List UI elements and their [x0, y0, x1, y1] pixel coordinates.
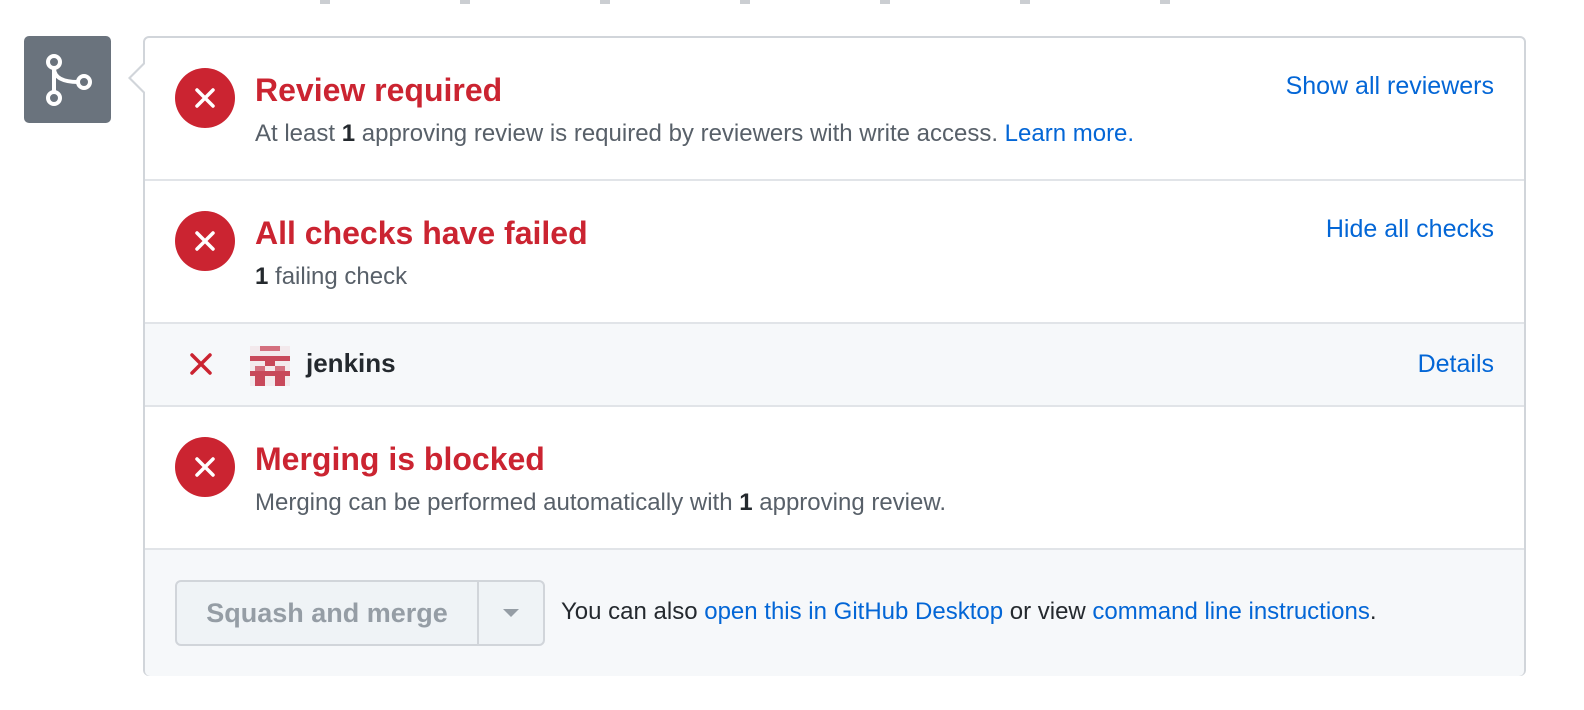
- check-details-link[interactable]: Details: [1418, 350, 1494, 379]
- checks-failed-title: All checks have failed: [255, 215, 588, 251]
- hide-all-checks-link[interactable]: Hide all checks: [1326, 215, 1494, 244]
- review-desc-count: 1: [341, 120, 356, 147]
- merge-desc-count: 1: [739, 489, 753, 516]
- merge-actions-section: Squash and merge You can also open this …: [145, 550, 1524, 676]
- show-all-reviewers-link[interactable]: Show all reviewers: [1286, 72, 1494, 101]
- review-required-title: Review required: [255, 72, 503, 108]
- review-desc-suffix: approving review is required by reviewer…: [355, 120, 1005, 147]
- x-circle-icon: [175, 68, 235, 128]
- x-icon: [187, 350, 215, 378]
- also-prefix: You can also: [561, 598, 705, 625]
- panel-pointer-fill: [131, 64, 145, 92]
- checks-desc-count: 1: [255, 263, 269, 290]
- git-merge-icon: [24, 36, 111, 123]
- cropped-text-above: [260, 0, 1300, 4]
- x-circle-icon: [175, 211, 235, 271]
- learn-more-link[interactable]: Learn more.: [1005, 120, 1134, 147]
- open-in-desktop-link[interactable]: open this in GitHub Desktop: [704, 598, 1003, 625]
- checks-desc-suffix: failing check: [268, 263, 408, 290]
- checks-failed-section: All checks have failed 1 failing check H…: [145, 181, 1524, 324]
- review-desc-prefix: At least: [255, 120, 342, 147]
- check-name: jenkins: [306, 348, 396, 378]
- caret-down-icon: [503, 609, 519, 617]
- merge-desc-prefix: Merging can be performed automatically w…: [255, 489, 740, 516]
- merge-desc-suffix: approving review.: [752, 489, 947, 516]
- merging-blocked-title: Merging is blocked: [255, 441, 545, 477]
- merge-method-dropdown[interactable]: [479, 582, 543, 644]
- jenkins-avatar: [250, 346, 290, 386]
- merging-blocked-section: Merging is blocked Merging can be perfor…: [145, 407, 1524, 550]
- review-required-description: At least 1 approving review is required …: [255, 120, 1134, 148]
- merging-blocked-description: Merging can be performed automatically w…: [255, 489, 946, 517]
- x-circle-icon: [175, 437, 235, 497]
- alternative-merge-text: You can also open this in GitHub Desktop…: [561, 598, 1377, 626]
- squash-and-merge-button[interactable]: Squash and merge: [177, 582, 479, 644]
- command-line-instructions-link[interactable]: command line instructions: [1092, 598, 1369, 625]
- review-required-section: Review required At least 1 approving rev…: [145, 38, 1524, 181]
- checks-failed-description: 1 failing check: [255, 263, 407, 291]
- merge-status-panel: Review required At least 1 approving rev…: [128, 36, 1526, 676]
- also-middle: or view: [1003, 598, 1093, 625]
- merge-button-group: Squash and merge: [175, 580, 545, 646]
- check-row-jenkins: jenkins Details: [145, 324, 1524, 407]
- also-suffix: .: [1369, 598, 1377, 625]
